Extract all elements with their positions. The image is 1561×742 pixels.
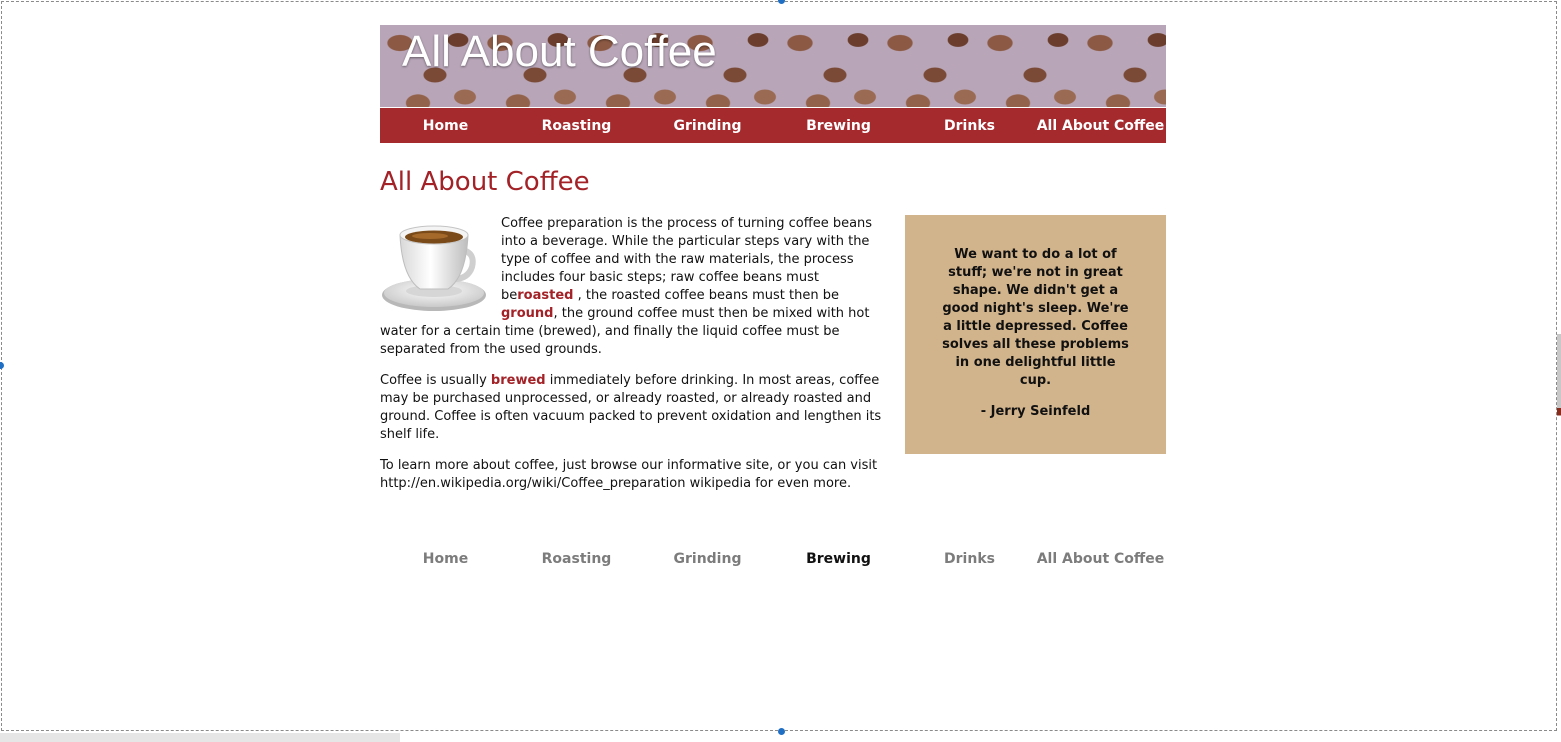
coffee-cup-image: [382, 225, 486, 311]
web-page: All About Coffee Home Roasting Grinding …: [380, 25, 1166, 569]
top-navigation: Home Roasting Grinding Brewing Drinks Al…: [380, 108, 1166, 143]
quote-text: We want to do a lot of stuff; we're not …: [942, 247, 1129, 388]
nav-bottom-brewing[interactable]: Brewing: [773, 551, 904, 567]
status-strip: [0, 733, 400, 742]
keyword-roasted: roasted: [517, 288, 574, 303]
nav-top-all-about-coffee[interactable]: All About Coffee: [1035, 118, 1166, 134]
nav-bottom-all-about-coffee[interactable]: All About Coffee: [1035, 551, 1166, 567]
nav-bottom-grinding[interactable]: Grinding: [642, 551, 773, 567]
header-banner: All About Coffee: [380, 25, 1166, 107]
scroll-edge: [1557, 0, 1561, 742]
page-heading: All About Coffee: [380, 167, 590, 197]
quote-author: - Jerry Seinfeld: [980, 404, 1091, 419]
nav-top-grinding[interactable]: Grinding: [642, 118, 773, 134]
quote-box: We want to do a lot of stuff; we're not …: [905, 215, 1166, 454]
resize-handle-bottom[interactable]: [778, 728, 785, 735]
nav-bottom-drinks[interactable]: Drinks: [904, 551, 1035, 567]
site-title: All About Coffee: [402, 27, 717, 76]
nav-bottom-home[interactable]: Home: [380, 551, 511, 567]
nav-top-brewing[interactable]: Brewing: [773, 118, 904, 134]
nav-top-home[interactable]: Home: [380, 118, 511, 134]
bottom-navigation: Home Roasting Grinding Brewing Drinks Al…: [380, 549, 1166, 569]
nav-top-drinks[interactable]: Drinks: [904, 118, 1035, 134]
content-area: Coffee preparation is the process of tur…: [380, 215, 1166, 506]
paragraph-brewed: Coffee is usually brewed immediately bef…: [380, 373, 882, 442]
paragraph-learn-more: To learn more about coffee, just browse …: [380, 458, 878, 491]
nav-top-roasting[interactable]: Roasting: [511, 118, 642, 134]
keyword-ground: ground: [501, 306, 554, 321]
nav-bottom-roasting[interactable]: Roasting: [511, 551, 642, 567]
keyword-brewed: brewed: [490, 373, 546, 388]
main-column: Coffee preparation is the process of tur…: [380, 215, 890, 506]
